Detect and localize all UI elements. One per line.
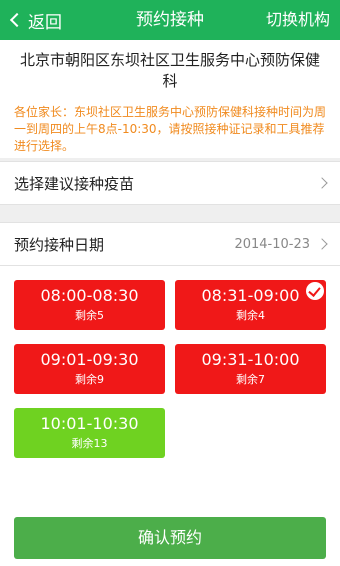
slot-remaining: 剩余7 — [236, 373, 265, 386]
slot-time: 09:01-09:30 — [40, 350, 139, 369]
date-select-label: 预约接种日期 — [14, 235, 105, 254]
vaccine-select-row[interactable]: 选择建议接种疫苗 — [0, 161, 340, 205]
slot-time: 08:31-09:00 — [201, 286, 300, 305]
slot-remaining: 剩余13 — [71, 437, 108, 450]
time-slot[interactable]: 09:31-10:00 剩余7 — [175, 344, 326, 394]
date-select-row[interactable]: 预约接种日期 2014-10-23 — [0, 222, 340, 266]
slot-time: 10:01-10:30 — [40, 414, 139, 433]
chevron-right-icon — [316, 238, 328, 250]
switch-org-button[interactable]: 切换机构 — [266, 0, 330, 40]
slot-remaining: 剩余5 — [75, 309, 104, 322]
date-value: 2014-10-23 — [234, 236, 310, 252]
slot-time: 08:00-08:30 — [40, 286, 139, 305]
time-slot[interactable]: 09:01-09:30 剩余9 — [14, 344, 165, 394]
vaccine-select-label: 选择建议接种疫苗 — [14, 174, 135, 193]
confirm-button[interactable]: 确认预约 — [14, 517, 326, 559]
time-slot-selected[interactable]: 08:31-09:00 剩余4 — [175, 280, 326, 330]
notice-text: 各位家长：东坝社区卫生服务中心预防保健科接种时间为周一到周四的上午8点-10:3… — [0, 96, 340, 158]
check-icon — [306, 282, 324, 300]
slot-remaining: 剩余9 — [75, 373, 104, 386]
time-slot[interactable]: 08:00-08:30 剩余5 — [14, 280, 165, 330]
slot-remaining: 剩余4 — [236, 309, 265, 322]
slot-time: 09:31-10:00 — [201, 350, 300, 369]
time-slot[interactable]: 10:01-10:30 剩余13 — [14, 408, 165, 458]
org-name: 北京市朝阳区东坝社区卫生服务中心预防保健科 — [0, 40, 340, 96]
header-bar: 返回 预约接种 切换机构 — [0, 0, 340, 40]
chevron-right-icon — [316, 177, 328, 189]
